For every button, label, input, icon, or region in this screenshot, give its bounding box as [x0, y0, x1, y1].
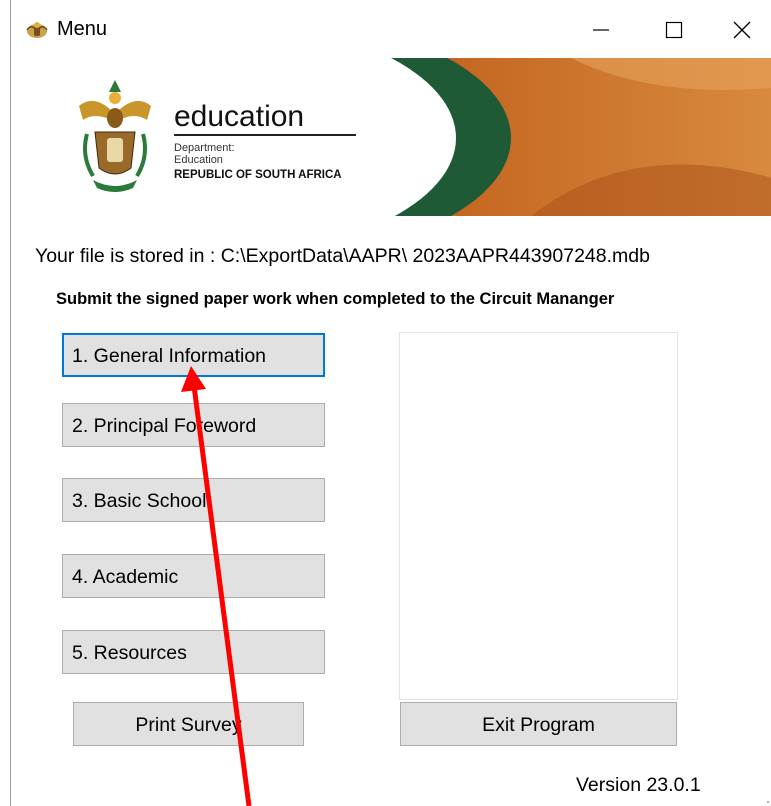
exit-program-button[interactable]: Exit Program — [400, 702, 677, 746]
file-path-label: Your file is stored in : C:\ExportData\A… — [35, 245, 650, 267]
basic-school-button[interactable]: 3. Basic School — [62, 478, 325, 522]
academic-button[interactable]: 4. Academic — [62, 554, 325, 598]
general-information-button[interactable]: 1. General Information — [62, 333, 325, 377]
minimize-icon — [593, 29, 609, 31]
close-icon — [733, 21, 751, 39]
resources-button[interactable]: 5. Resources — [62, 630, 325, 674]
print-survey-button[interactable]: Print Survey — [73, 702, 304, 746]
education-banner: education Department: Education REPUBLIC… — [11, 58, 771, 216]
principal-foreword-button[interactable]: 2. Principal Foreword — [62, 403, 325, 447]
banner-country: REPUBLIC OF SOUTH AFRICA — [174, 169, 342, 181]
window-title: Menu — [57, 18, 108, 40]
coat-of-arms-icon — [26, 22, 48, 38]
submit-notice: Submit the signed paper work when comple… — [56, 290, 615, 308]
banner-department: Department: Education — [174, 142, 235, 166]
minimize-button[interactable] — [571, 8, 631, 52]
maximize-button[interactable] — [644, 8, 704, 52]
banner-title: education — [174, 100, 305, 133]
title-bar[interactable]: Menu — [11, 0, 771, 58]
banner-dept-line1: Department: — [174, 142, 235, 154]
maximize-icon — [665, 21, 683, 39]
menu-window: Menu education Department: Education REP… — [10, 0, 771, 806]
banner-divider — [174, 134, 356, 136]
version-label: Version 23.0.1 — [576, 774, 701, 796]
banner-dept-line2: Education — [174, 154, 223, 166]
info-listbox[interactable] — [399, 332, 678, 700]
resize-grip-icon[interactable] — [764, 798, 770, 804]
close-button[interactable] — [712, 8, 771, 52]
coat-of-arms-logo — [79, 80, 151, 192]
